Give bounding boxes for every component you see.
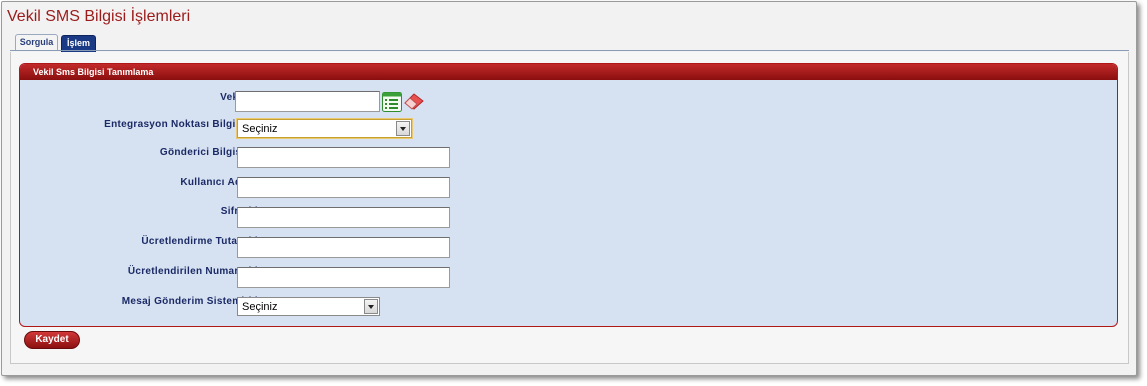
vekil-input[interactable]: [235, 91, 380, 112]
tab-divider: [10, 50, 1129, 51]
mesaj-sistemi-selected: Seçiniz: [242, 301, 278, 313]
kullanici-input[interactable]: [237, 177, 450, 198]
entegrasyon-selected: Seçiniz: [242, 123, 278, 135]
page-title: Vekil SMS Bilgisi İşlemleri: [7, 8, 191, 25]
kullanici-label: Kullanıcı Adı (*): [180, 177, 259, 188]
gonderici-label: Gönderici Bilgisi (*): [159, 147, 259, 158]
save-button[interactable]: Kaydet: [24, 331, 80, 349]
sifre-label: Sifre (*): [220, 206, 259, 217]
eraser-icon[interactable]: [403, 90, 425, 114]
mesaj-sistemi-select[interactable]: Seçiniz: [237, 297, 380, 316]
chevron-down-icon[interactable]: [396, 121, 410, 136]
list-lookup-icon[interactable]: [382, 92, 402, 116]
chevron-down-icon[interactable]: [364, 299, 378, 314]
sifre-input[interactable]: [237, 207, 450, 228]
tutar-input[interactable]: [237, 237, 450, 258]
vekil-label: Vekil (*): [220, 92, 259, 103]
entegrasyon-label: Entegrasyon Noktası Bilgisi (*): [104, 119, 259, 130]
tutar-label: Ücretlendirme Tutarı (*): [141, 236, 259, 247]
gonderici-input[interactable]: [237, 147, 450, 168]
entegrasyon-select[interactable]: Seçiniz: [237, 119, 412, 138]
numara-input[interactable]: [237, 267, 450, 288]
mesaj-sistemi-label: Mesaj Gönderim Sistemi (*): [121, 296, 259, 307]
section-header: Vekil Sms Bilgisi Tanımlama: [20, 64, 1117, 80]
tab-sorgula[interactable]: Sorgula: [15, 34, 58, 50]
numara-label: Ücretlendirilen Numara (*): [127, 266, 259, 277]
